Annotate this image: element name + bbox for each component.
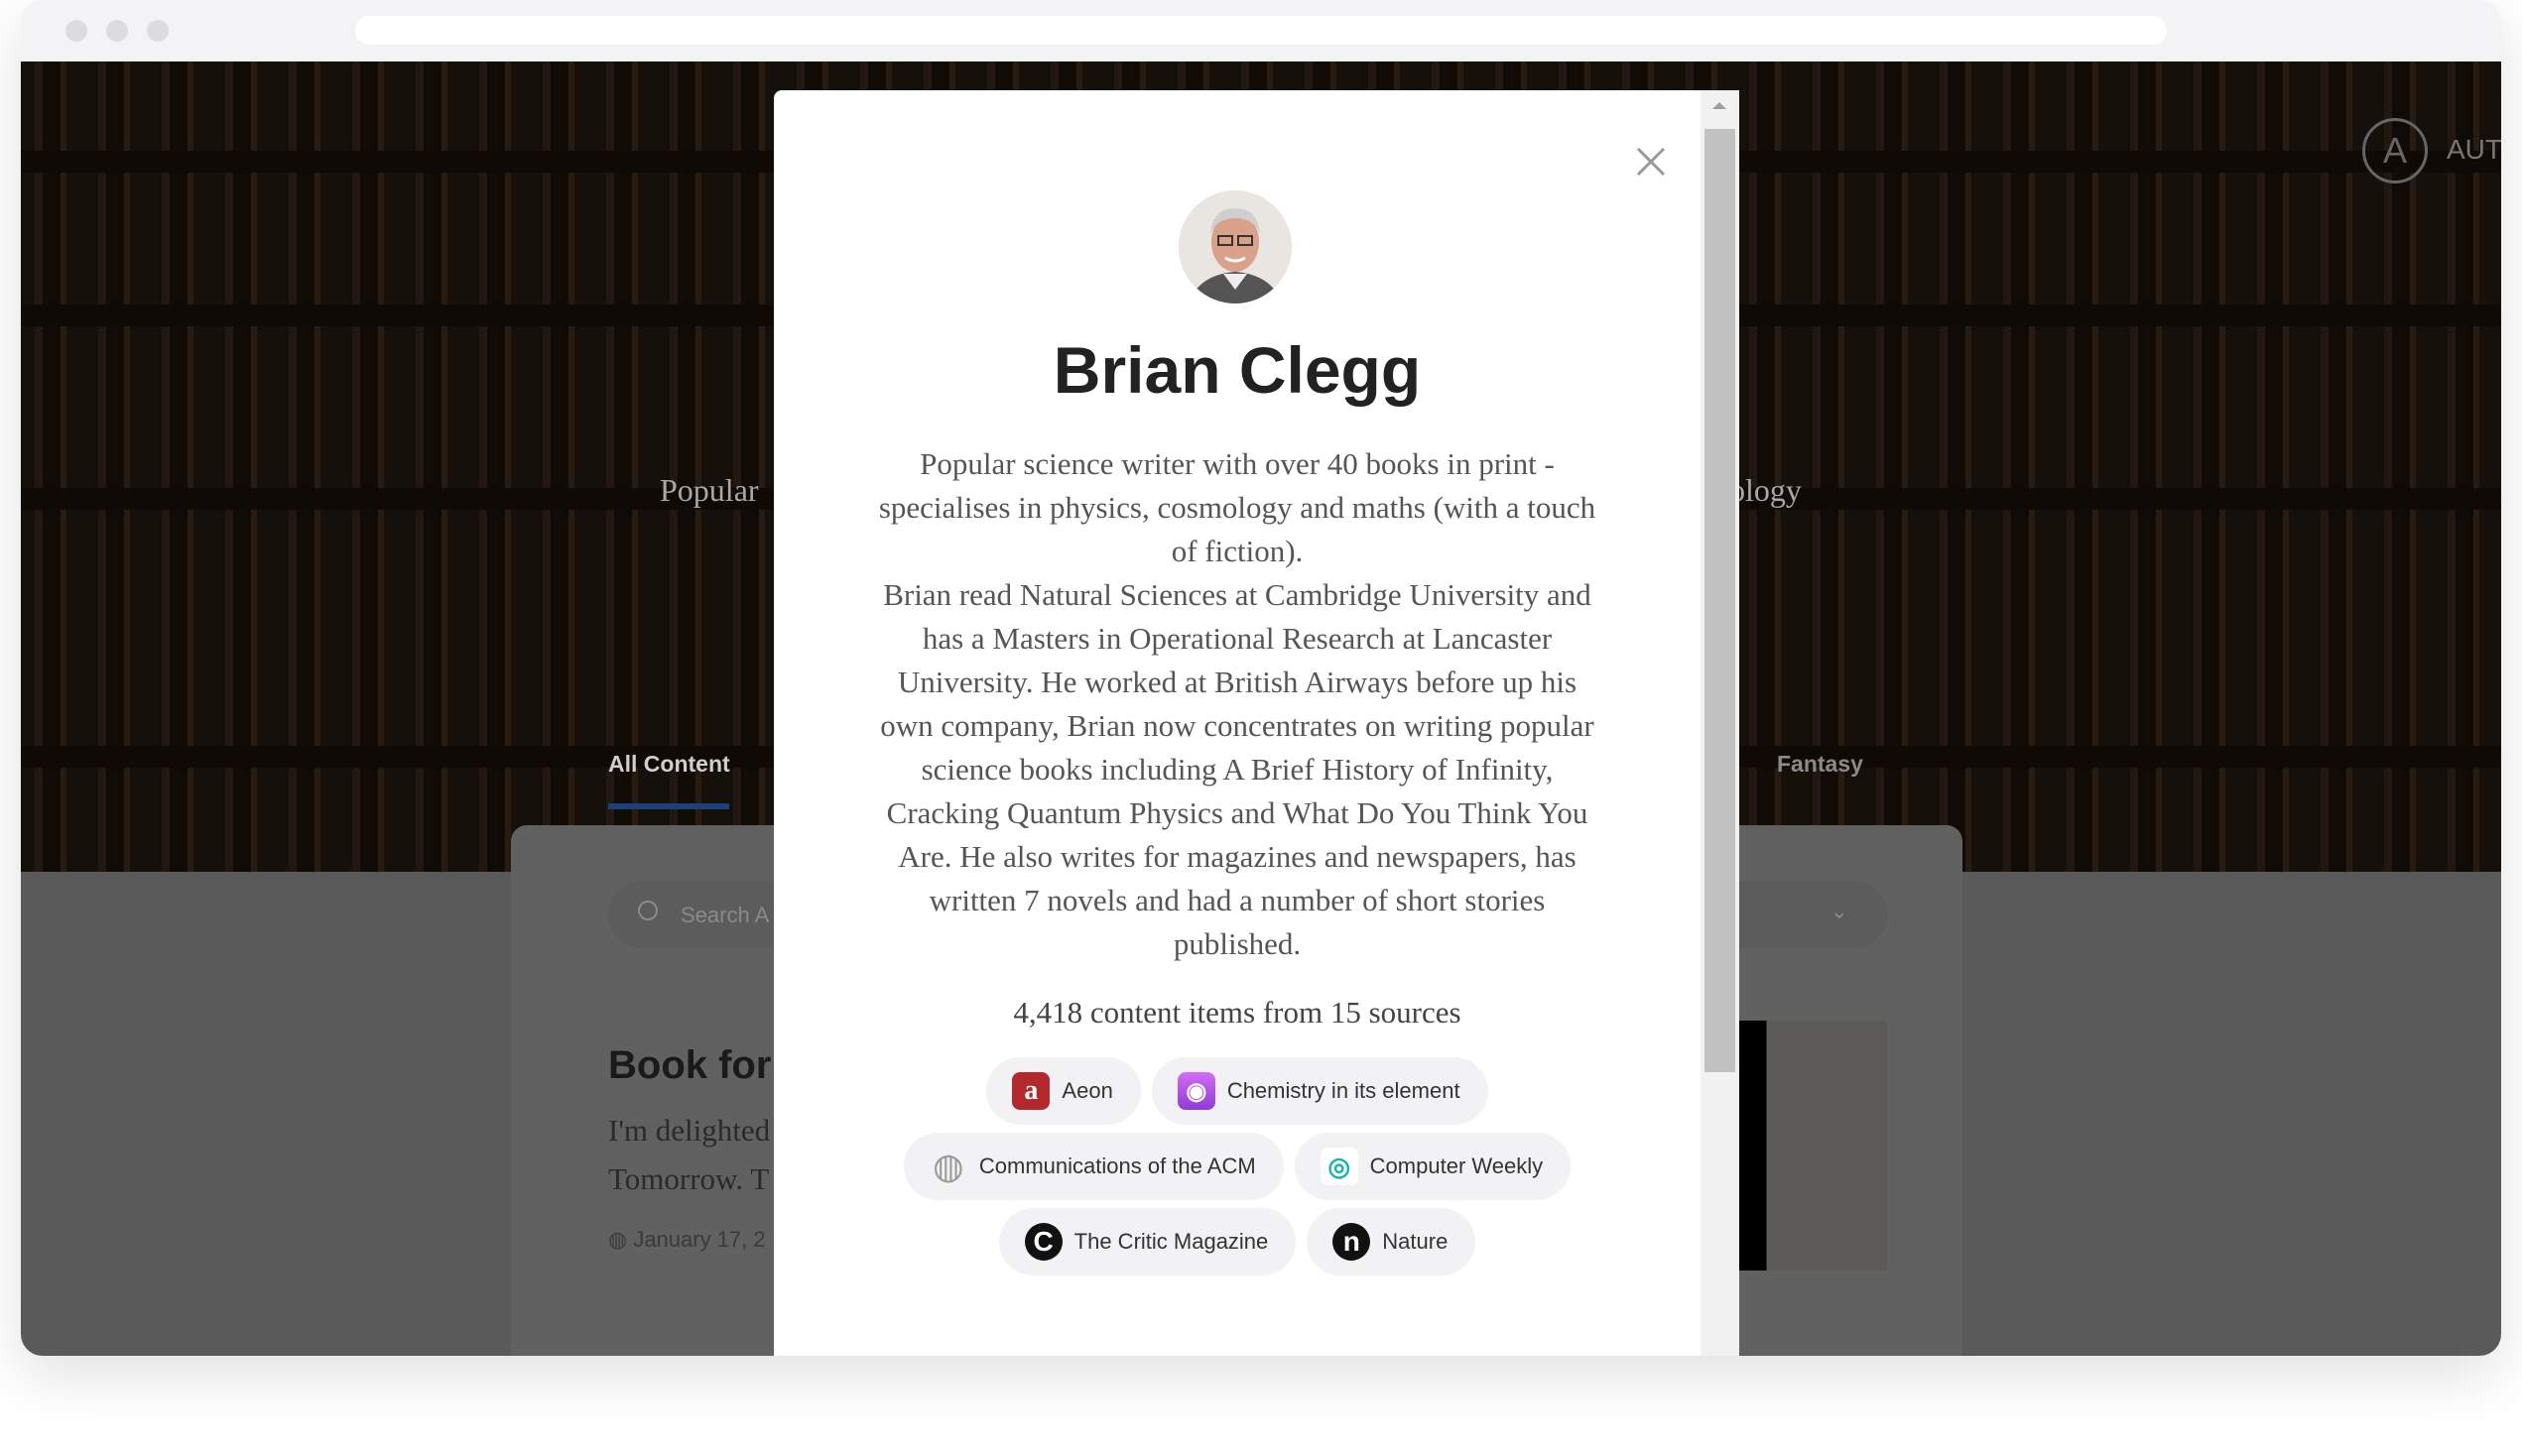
- source-label: The Critic Magazine: [1073, 1229, 1269, 1254]
- author-avatar: [1179, 190, 1292, 303]
- browser-toolbar: [21, 0, 2501, 61]
- nature-logo-icon: n: [1332, 1223, 1371, 1261]
- post-excerpt-2: Tomorrow. T: [608, 1161, 770, 1196]
- post-date-text: January 17, 2: [633, 1227, 766, 1252]
- chevron-down-icon[interactable]: ⌄: [1830, 899, 1848, 924]
- window-minimize-dot[interactable]: [106, 20, 128, 42]
- podcast-icon: ◉: [1177, 1072, 1215, 1110]
- site-logo[interactable]: A: [2362, 118, 2428, 183]
- author-bio: Popular science writer with over 40 book…: [873, 442, 1601, 966]
- source-chip-the-critic[interactable]: C The Critic Magazine: [998, 1208, 1297, 1275]
- eye-logo-icon: ◎: [1320, 1148, 1358, 1185]
- hero-text-left: Popular: [660, 472, 759, 508]
- source-chip-chemistry[interactable]: ◉ Chemistry in its element: [1151, 1057, 1488, 1125]
- tab-fantasy[interactable]: Fantasy: [1777, 751, 1863, 778]
- source-chip-computer-weekly[interactable]: ◎ Computer Weekly: [1294, 1133, 1572, 1200]
- globe-icon: ◍: [608, 1227, 634, 1252]
- source-chip-aeon[interactable]: a Aeon: [986, 1057, 1141, 1125]
- source-chip-acm[interactable]: ◍ Communications of the ACM: [903, 1133, 1284, 1200]
- bio-paragraph-1: Popular science writer with over 40 book…: [878, 446, 1596, 568]
- source-label: Nature: [1382, 1229, 1449, 1254]
- address-bar[interactable]: [355, 16, 2167, 45]
- bio-paragraph-2: Brian read Natural Sciences at Cambridge…: [880, 577, 1594, 961]
- content-count: 4,418 content items from 15 sources: [1013, 995, 1461, 1030]
- browser-window: Popular ology A AUT All Content Fantasy …: [21, 0, 2501, 1356]
- globe-icon: ◍: [933, 1146, 964, 1186]
- source-list: a Aeon ◉ Chemistry in its element ◍ Communi…: [873, 1057, 1601, 1275]
- author-name: Brian Clegg: [1053, 333, 1422, 407]
- source-label: Aeon: [1062, 1078, 1113, 1103]
- close-icon[interactable]: [1634, 145, 1668, 179]
- source-label: Computer Weekly: [1369, 1153, 1544, 1178]
- window-maximize-dot[interactable]: [147, 20, 169, 42]
- author-modal: Brian Clegg Popular science writer with …: [774, 90, 1739, 1356]
- logo-text: AUT: [2447, 134, 2501, 165]
- aeon-logo-icon: a: [1012, 1072, 1051, 1110]
- hero-text-right: ology: [1729, 472, 1802, 508]
- source-label: Chemistry in its element: [1226, 1078, 1460, 1103]
- modal-scrollbar[interactable]: [1701, 90, 1739, 1356]
- post-date: ◍ January 17, 2: [608, 1227, 766, 1253]
- search-placeholder: Search A: [681, 903, 770, 927]
- page: Popular ology A AUT All Content Fantasy …: [21, 61, 2501, 1356]
- active-tab-indicator: [608, 803, 729, 809]
- source-chip-nature[interactable]: n Nature: [1307, 1208, 1476, 1275]
- post-excerpt-1: I'm delighted: [608, 1113, 771, 1148]
- tab-all-content[interactable]: All Content: [608, 751, 730, 778]
- source-label: Communications of the ACM: [978, 1153, 1256, 1178]
- critic-logo-icon: C: [1024, 1223, 1063, 1261]
- window-close-dot[interactable]: [65, 20, 87, 42]
- post-title[interactable]: Book for: [608, 1043, 771, 1088]
- search-icon: [638, 901, 658, 920]
- scroll-up-arrow-icon[interactable]: [1712, 102, 1726, 109]
- scrollbar-thumb[interactable]: [1704, 129, 1735, 1072]
